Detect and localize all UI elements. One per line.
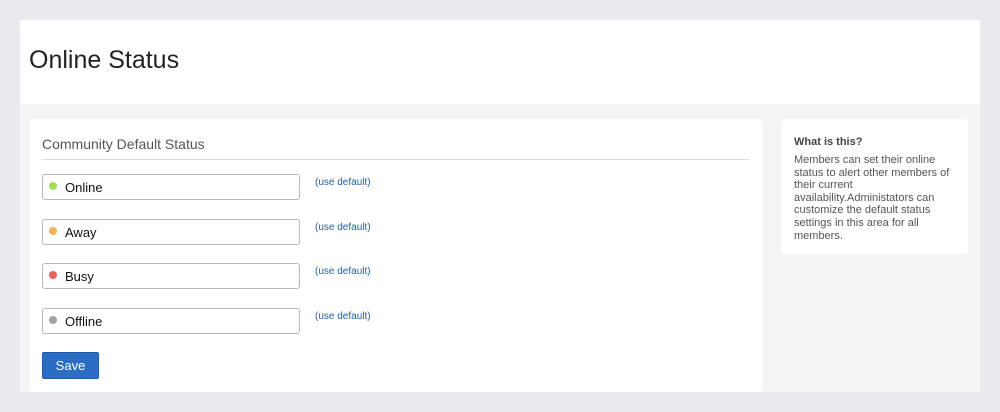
away-status-dot-icon: [49, 227, 57, 235]
away-use-default-link[interactable]: (use default): [315, 222, 371, 233]
help-title: What is this?: [794, 136, 863, 148]
section-title: Community Default Status: [42, 136, 205, 152]
busy-use-default-link[interactable]: (use default): [315, 266, 371, 277]
status-field-offline[interactable]: [42, 308, 300, 334]
content-area: Community Default Status (use default) (…: [20, 104, 980, 392]
status-row-online: (use default): [42, 174, 742, 200]
page-header: Online Status: [20, 20, 980, 104]
offline-status-input[interactable]: [65, 311, 290, 331]
offline-use-default-link[interactable]: (use default): [315, 311, 371, 322]
default-status-panel: Community Default Status (use default) (…: [30, 119, 763, 392]
help-panel: What is this? Members can set their onli…: [781, 119, 968, 254]
status-field-busy[interactable]: [42, 263, 300, 289]
status-field-online[interactable]: [42, 174, 300, 200]
save-button[interactable]: Save: [42, 352, 99, 379]
status-row-offline: (use default): [42, 308, 742, 334]
online-status-dot-icon: [49, 182, 57, 190]
busy-status-input[interactable]: [65, 266, 290, 286]
online-status-input[interactable]: [65, 177, 290, 197]
status-row-away: (use default): [42, 219, 742, 245]
away-status-input[interactable]: [65, 222, 290, 242]
status-row-busy: (use default): [42, 263, 742, 289]
status-field-away[interactable]: [42, 219, 300, 245]
busy-status-dot-icon: [49, 271, 57, 279]
offline-status-dot-icon: [49, 316, 57, 324]
section-divider: [42, 159, 749, 160]
page-title: Online Status: [29, 46, 180, 74]
help-text: Members can set their online status to a…: [794, 154, 950, 242]
online-use-default-link[interactable]: (use default): [315, 177, 371, 188]
